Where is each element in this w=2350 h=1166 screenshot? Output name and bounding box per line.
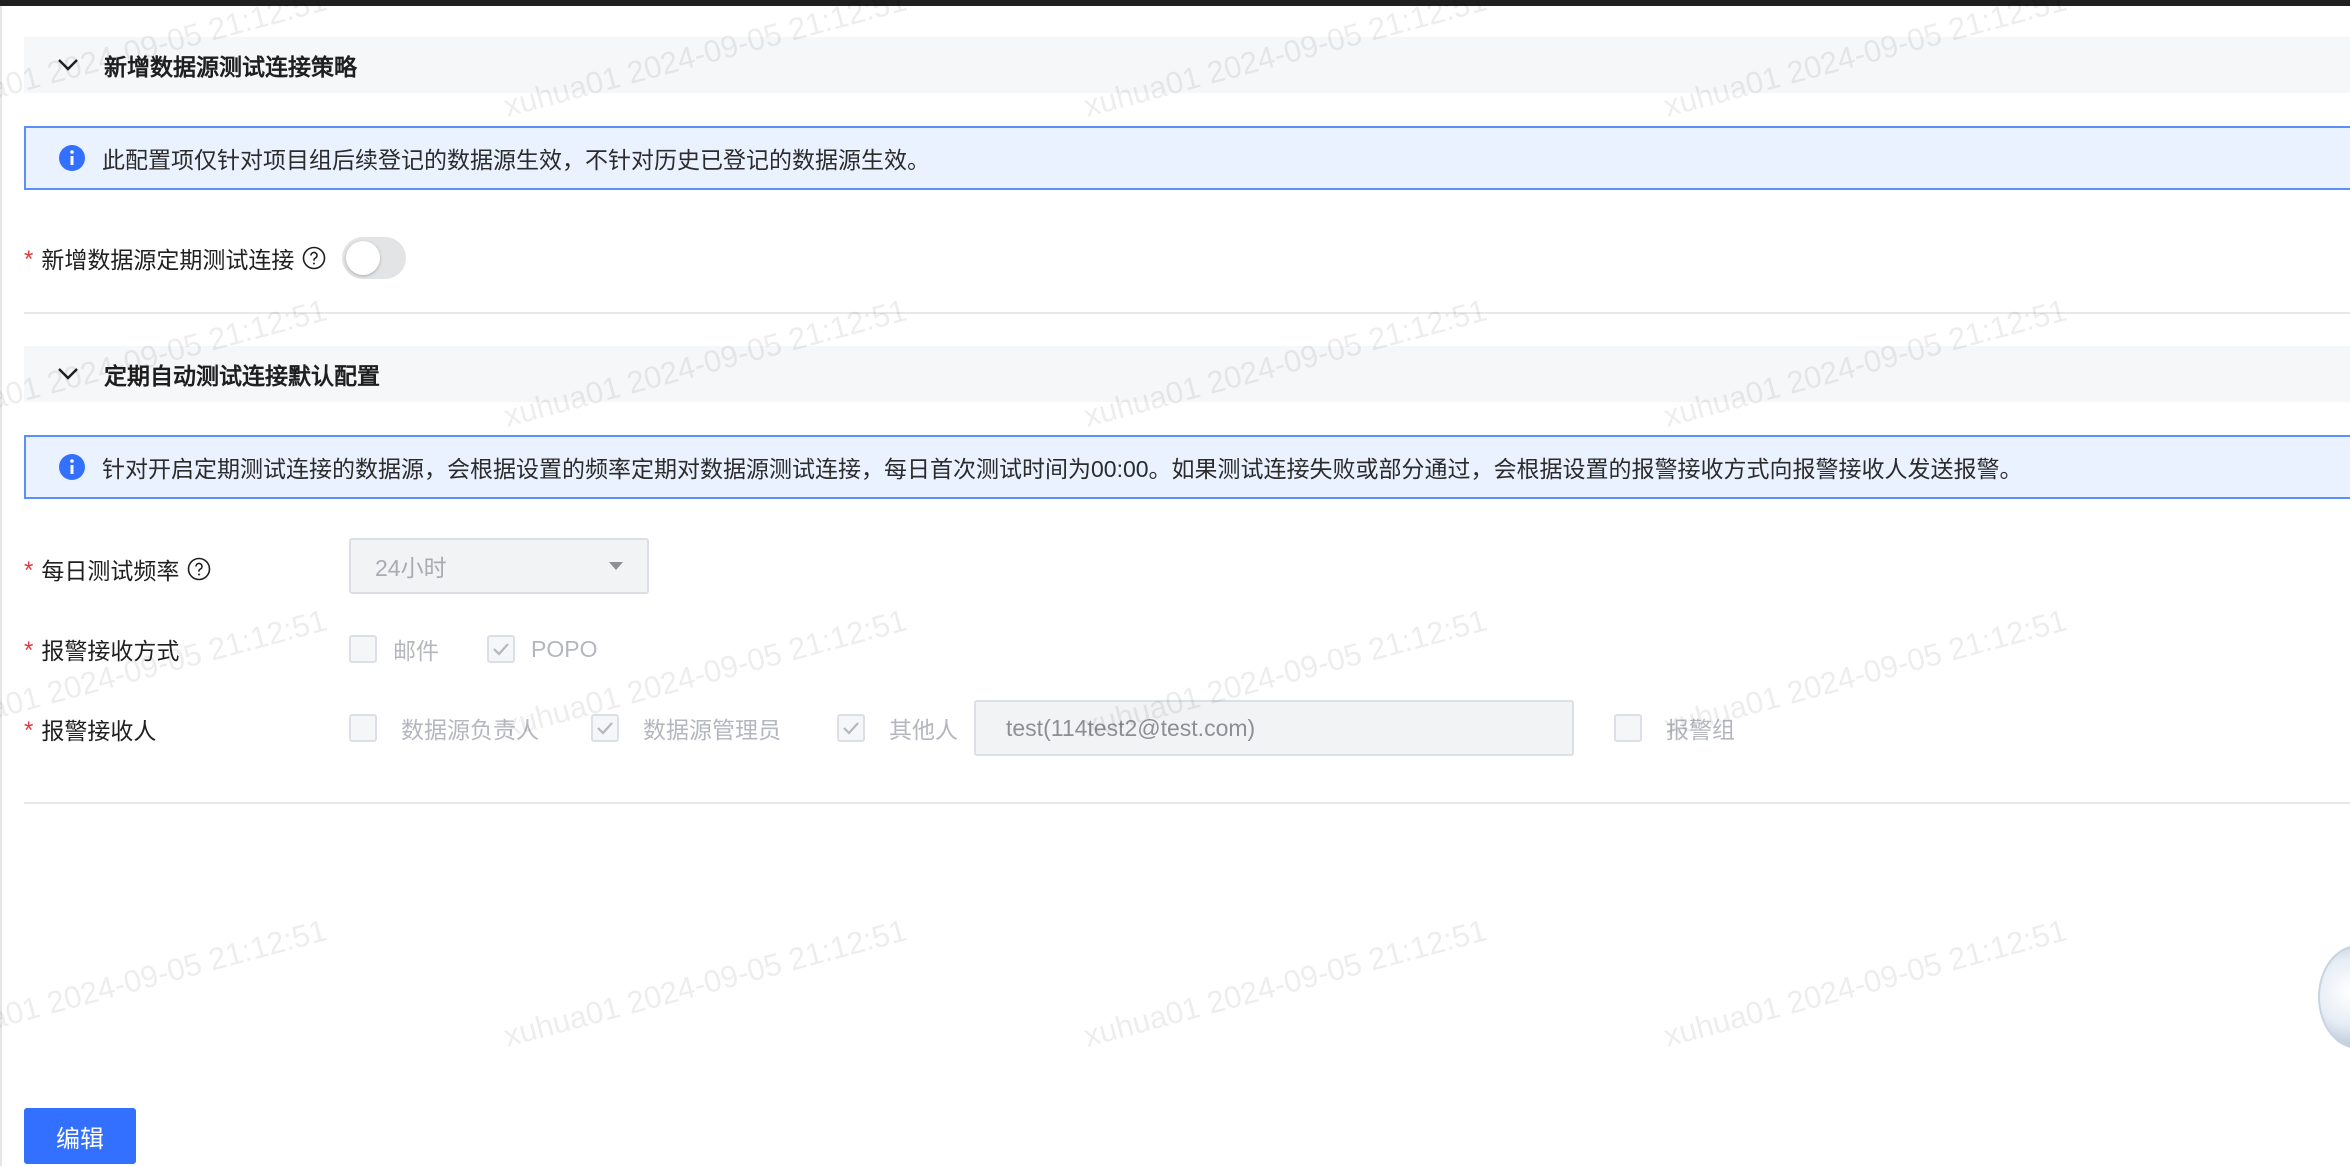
required-mark: * xyxy=(24,637,34,664)
section-title: 定期自动测试连接默认配置 xyxy=(104,363,380,389)
recipients-options: 数据源负责人 数据源管理员 其他人 test(114test2@test.com… xyxy=(349,700,1735,756)
check-icon xyxy=(597,722,613,735)
question-circle-icon[interactable] xyxy=(302,246,326,270)
email-checkbox[interactable] xyxy=(349,635,377,663)
divider xyxy=(24,802,2350,804)
section-title: 新增数据源测试连接策略 xyxy=(104,54,357,80)
popo-checkbox[interactable] xyxy=(487,635,515,663)
alert-method-row: * 报警接收方式 xyxy=(24,632,179,666)
check-icon xyxy=(843,722,859,735)
periodic-test-toggle[interactable] xyxy=(342,237,407,279)
info-alert: 此配置项仅针对项目组后续登记的数据源生效，不针对历史已登记的数据源生效。 xyxy=(24,126,2350,190)
recipients-row: * 报警接收人 xyxy=(24,712,156,746)
frequency-select[interactable]: 24小时 xyxy=(349,538,649,594)
watermark: xuhua01 2024-09-05 21:12:51 xyxy=(0,912,331,1054)
section-header-new-datasource[interactable]: 新增数据源测试连接策略 xyxy=(24,37,2350,93)
required-mark: * xyxy=(24,557,34,584)
watermark: xuhua01 2024-09-05 21:12:51 xyxy=(1080,912,1491,1054)
top-bar xyxy=(0,0,2350,6)
required-mark: * xyxy=(24,717,34,744)
divider xyxy=(24,312,2350,314)
question-circle-icon[interactable] xyxy=(187,557,211,581)
admin-checkbox[interactable] xyxy=(591,714,619,742)
section-header-auto-test[interactable]: 定期自动测试连接默认配置 xyxy=(24,346,2350,402)
info-icon xyxy=(59,145,85,171)
info-icon xyxy=(59,454,85,480)
toggle-knob xyxy=(346,241,381,275)
info-text: 针对开启定期测试连接的数据源，会根据设置的频率定期对数据源测试连接，每日首次测试… xyxy=(102,456,2023,482)
alert-group-checkbox[interactable] xyxy=(1614,714,1642,742)
watermark: xuhua01 2024-09-05 21:12:51 xyxy=(500,912,911,1054)
floating-assistant-ball[interactable] xyxy=(2318,945,2350,1049)
caret-down-icon xyxy=(609,562,623,570)
others-checkbox[interactable] xyxy=(837,714,865,742)
edit-button[interactable]: 编辑 xyxy=(24,1108,136,1164)
alert-group-checkbox-label: 报警组 xyxy=(1666,717,1735,743)
info-alert: 针对开启定期测试连接的数据源，会根据设置的频率定期对数据源测试连接，每日首次测试… xyxy=(24,435,2350,499)
chevron-down-icon[interactable] xyxy=(44,346,92,402)
other-recipient-value: test(114test2@test.com) xyxy=(1006,714,1256,741)
frequency-field: 24小时 xyxy=(349,538,649,594)
alert-method-options: 邮件 POPO xyxy=(349,632,597,666)
check-icon xyxy=(493,643,509,656)
email-checkbox-label: 邮件 xyxy=(393,638,439,664)
owner-checkbox-label: 数据源负责人 xyxy=(401,717,539,743)
other-recipient-input[interactable]: test(114test2@test.com) xyxy=(974,700,1574,756)
chevron-down-icon[interactable] xyxy=(44,37,92,93)
alert-method-label: 报警接收方式 xyxy=(41,638,180,664)
required-mark: * xyxy=(24,246,34,273)
periodic-test-row: * 新增数据源定期测试连接 xyxy=(24,237,407,279)
owner-checkbox[interactable] xyxy=(349,714,377,742)
popo-checkbox-label: POPO xyxy=(531,635,598,662)
frequency-row: * 每日测试频率 xyxy=(24,552,211,586)
others-checkbox-label: 其他人 xyxy=(889,717,958,743)
frequency-value: 24小时 xyxy=(375,555,447,581)
recipients-label: 报警接收人 xyxy=(41,718,157,744)
frequency-label: 每日测试频率 xyxy=(41,558,180,584)
periodic-test-label: 新增数据源定期测试连接 xyxy=(41,247,295,273)
watermark: xuhua01 2024-09-05 21:12:51 xyxy=(1660,912,2071,1054)
info-text: 此配置项仅针对项目组后续登记的数据源生效，不针对历史已登记的数据源生效。 xyxy=(102,147,930,173)
left-border xyxy=(0,6,2,1166)
admin-checkbox-label: 数据源管理员 xyxy=(643,717,781,743)
